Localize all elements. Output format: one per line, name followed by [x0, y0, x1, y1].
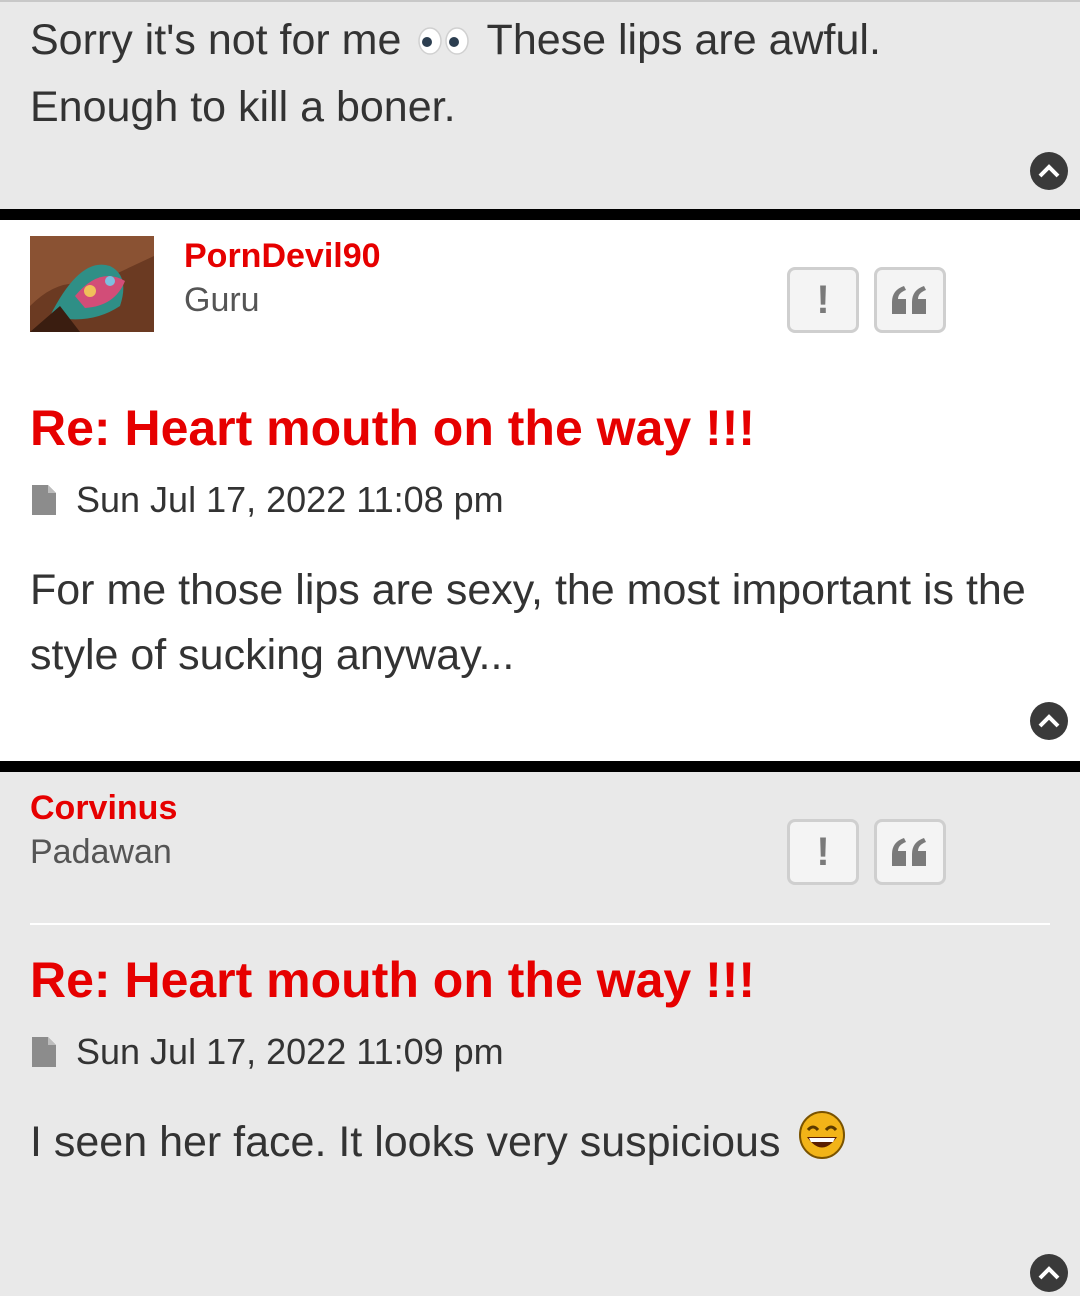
post-2: PornDevil90 Guru ! Re: Heart mouth on th…: [0, 220, 1080, 761]
divider: [30, 923, 1050, 925]
quote-button[interactable]: [874, 267, 946, 333]
post-body: For me those lips are sexy, the most imp…: [30, 566, 1026, 679]
report-icon: !: [816, 829, 830, 874]
post-date: Sun Jul 17, 2022 11:09 pm: [76, 1031, 504, 1072]
username[interactable]: PornDevil90: [184, 236, 381, 276]
post-body: Sorry it's not for me These lips are awf…: [30, 8, 1040, 140]
post-title[interactable]: Re: Heart mouth on the way !!!: [30, 950, 755, 1010]
post-body: I seen her face. It looks very suspiciou…: [30, 1110, 1040, 1179]
document-icon[interactable]: [30, 483, 58, 517]
eyes-emoji-icon: [417, 10, 471, 75]
report-button[interactable]: !: [787, 819, 859, 885]
user-rank: Guru: [184, 281, 260, 319]
quote-icon: [892, 286, 926, 314]
report-button[interactable]: !: [787, 267, 859, 333]
back-to-top-icon[interactable]: [1030, 152, 1068, 190]
document-icon[interactable]: [30, 1035, 58, 1069]
post-body-text: These lips are awful.: [486, 16, 881, 64]
post-body-text: Sorry it's not for me: [30, 16, 402, 64]
post-title[interactable]: Re: Heart mouth on the way !!!: [30, 398, 755, 458]
username[interactable]: Corvinus: [30, 788, 177, 828]
avatar[interactable]: [30, 236, 154, 332]
post-separator: [0, 761, 1080, 772]
post-body-text: Enough to kill a boner.: [30, 83, 456, 132]
report-icon: !: [816, 277, 830, 322]
back-to-top-icon[interactable]: [1030, 702, 1068, 740]
post-date: Sun Jul 17, 2022 11:08 pm: [76, 479, 504, 520]
post-meta: Sun Jul 17, 2022 11:08 pm: [30, 478, 504, 522]
post-body-text: I seen her face. It looks very suspiciou…: [30, 1118, 781, 1166]
laughing-emoji-icon: [798, 1110, 846, 1179]
post-3: Corvinus Padawan ! Re: Heart mouth on th…: [0, 772, 1080, 1296]
post-separator: [0, 209, 1080, 220]
user-rank: Padawan: [30, 833, 172, 871]
quote-icon: [892, 838, 926, 866]
post-meta: Sun Jul 17, 2022 11:09 pm: [30, 1030, 504, 1074]
post-1: Sorry it's not for me These lips are awf…: [0, 0, 1080, 209]
back-to-top-icon[interactable]: [1030, 1254, 1068, 1292]
quote-button[interactable]: [874, 819, 946, 885]
